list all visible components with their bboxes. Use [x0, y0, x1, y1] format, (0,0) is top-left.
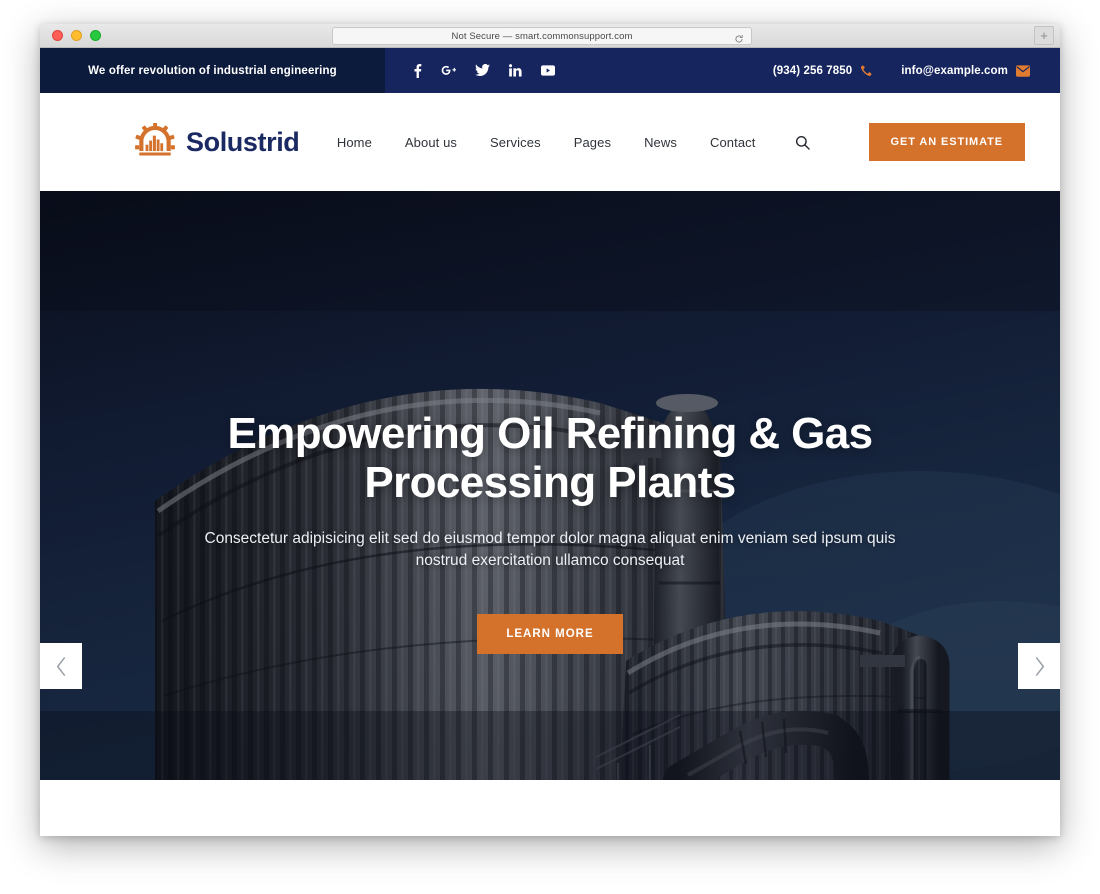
get-an-estimate-button[interactable]: GET AN ESTIMATE [868, 123, 1025, 161]
gear-city-logo-icon [135, 123, 175, 161]
topbar-contacts: (934) 256 7850 info@example.com [773, 64, 1030, 77]
youtube-icon[interactable] [541, 65, 555, 76]
facebook-icon[interactable] [413, 63, 422, 78]
minimize-window-button[interactable] [71, 30, 82, 41]
page-viewport: We offer revolution of industrial engine… [40, 48, 1060, 836]
tagline-text: We offer revolution of industrial engine… [88, 64, 337, 77]
nav-item-contact[interactable]: Contact [710, 135, 756, 150]
hero-title: Empowering Oil Refining & Gas Processing… [227, 409, 873, 508]
site-topbar: We offer revolution of industrial engine… [40, 48, 1060, 93]
envelope-icon [1016, 64, 1030, 77]
email-contact[interactable]: info@example.com [901, 65, 1030, 77]
close-window-button[interactable] [52, 30, 63, 41]
address-bar[interactable]: Not Secure — smart.commonsupport.com [332, 27, 752, 45]
site-logo[interactable]: Solustrid [135, 123, 300, 161]
nav-item-home[interactable]: Home [337, 135, 372, 150]
slider-next-arrow[interactable] [1018, 643, 1060, 689]
site-header: Solustrid Home About us Services Pages N… [40, 93, 1060, 191]
maximize-window-button[interactable] [90, 30, 101, 41]
search-icon[interactable] [795, 135, 810, 150]
main-navigation: Home About us Services Pages News Contac… [337, 123, 1025, 161]
window-traffic-lights [52, 30, 101, 41]
social-links [413, 63, 555, 78]
google-plus-icon[interactable] [441, 64, 456, 77]
browser-chrome-bar: Not Secure — smart.commonsupport.com + [40, 24, 1060, 48]
nav-item-pages[interactable]: Pages [574, 135, 611, 150]
linkedin-icon[interactable] [509, 64, 522, 77]
below-hero-section [40, 780, 1060, 836]
address-bar-text: Not Secure — smart.commonsupport.com [451, 30, 633, 42]
phone-contact[interactable]: (934) 256 7850 [773, 64, 873, 77]
hero-subtitle: Consectetur adipisicing elit sed do eius… [204, 529, 896, 569]
topbar-right-block: (934) 256 7850 info@example.com [385, 48, 1060, 93]
logo-wordmark: Solustrid [186, 126, 300, 157]
phone-number: (934) 256 7850 [772, 64, 853, 77]
nav-item-about-us[interactable]: About us [405, 135, 457, 150]
browser-window: Not Secure — smart.commonsupport.com + W… [40, 24, 1060, 836]
slider-prev-arrow[interactable] [40, 643, 82, 689]
twitter-icon[interactable] [475, 64, 490, 77]
learn-more-button[interactable]: LEARN MORE [477, 614, 623, 655]
phone-icon [860, 64, 873, 77]
reload-icon[interactable] [734, 31, 744, 43]
topbar-tagline-block: We offer revolution of industrial engine… [40, 48, 385, 93]
email-address: info@example.com [901, 64, 1008, 77]
hero-slider: Empowering Oil Refining & Gas Processing… [40, 191, 1060, 780]
nav-item-news[interactable]: News [644, 135, 677, 150]
new-tab-button[interactable]: + [1034, 26, 1054, 45]
nav-item-services[interactable]: Services [490, 135, 541, 150]
hero-content: Empowering Oil Refining & Gas Processing… [40, 409, 1060, 655]
